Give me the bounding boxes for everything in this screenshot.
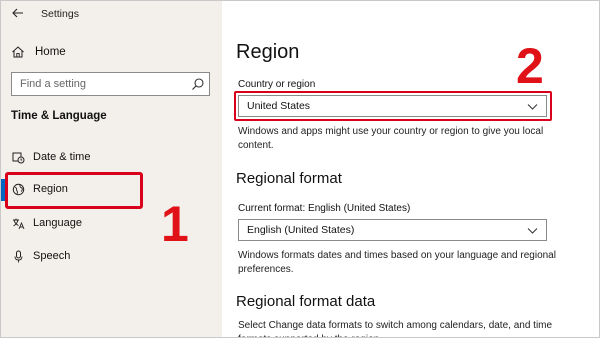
country-description: Windows and apps might use your country … (238, 126, 544, 151)
country-label: Country or region (238, 79, 316, 90)
section-title: Time & Language (11, 110, 107, 122)
sidebar-item-home[interactable]: Home (11, 43, 66, 61)
sidebar-item-label: Language (33, 217, 82, 229)
sidebar-item-label: Date & time (33, 151, 91, 163)
calendar-clock-icon (11, 150, 25, 164)
home-label: Home (35, 46, 66, 58)
page-title: Region (236, 41, 300, 63)
settings-window: Settings Home Find a setting Time & Lang… (0, 0, 600, 338)
regional-format-dropdown[interactable]: English (United States) (238, 219, 547, 241)
home-icon (11, 45, 25, 59)
regional-format-heading: Regional format (236, 170, 342, 187)
sidebar-item-date-time[interactable]: Date & time (11, 147, 90, 167)
search-input[interactable]: Find a setting (11, 72, 210, 96)
language-icon (11, 216, 25, 230)
microphone-icon (11, 249, 25, 263)
step-1-number: 1 (161, 196, 189, 252)
sidebar-item-language[interactable]: Language (11, 213, 82, 233)
highlight-box-step-1 (5, 172, 143, 209)
regional-format-value: English (United States) (247, 224, 355, 236)
back-button[interactable] (9, 5, 27, 21)
step-2-number: 2 (516, 38, 544, 94)
window-title: Settings (41, 8, 79, 20)
title-bar: Settings (1, 1, 222, 27)
highlight-box-step-2 (234, 91, 552, 121)
sidebar-item-speech[interactable]: Speech (11, 246, 70, 266)
main-content: Region Country or region United States 2… (222, 1, 599, 337)
current-format-label: Current format: English (United States) (238, 203, 411, 214)
back-arrow-icon (12, 8, 23, 18)
search-placeholder: Find a setting (20, 78, 87, 90)
regional-format-description: Windows formats dates and times based on… (238, 250, 556, 275)
chevron-down-icon (527, 228, 538, 234)
regional-format-data-heading: Regional format data (236, 293, 376, 310)
search-icon (192, 78, 204, 90)
sidebar-item-label: Speech (33, 250, 71, 262)
regional-format-data-description: Select Change data formats to switch amo… (238, 320, 553, 337)
sidebar: Settings Home Find a setting Time & Lang… (1, 1, 222, 337)
